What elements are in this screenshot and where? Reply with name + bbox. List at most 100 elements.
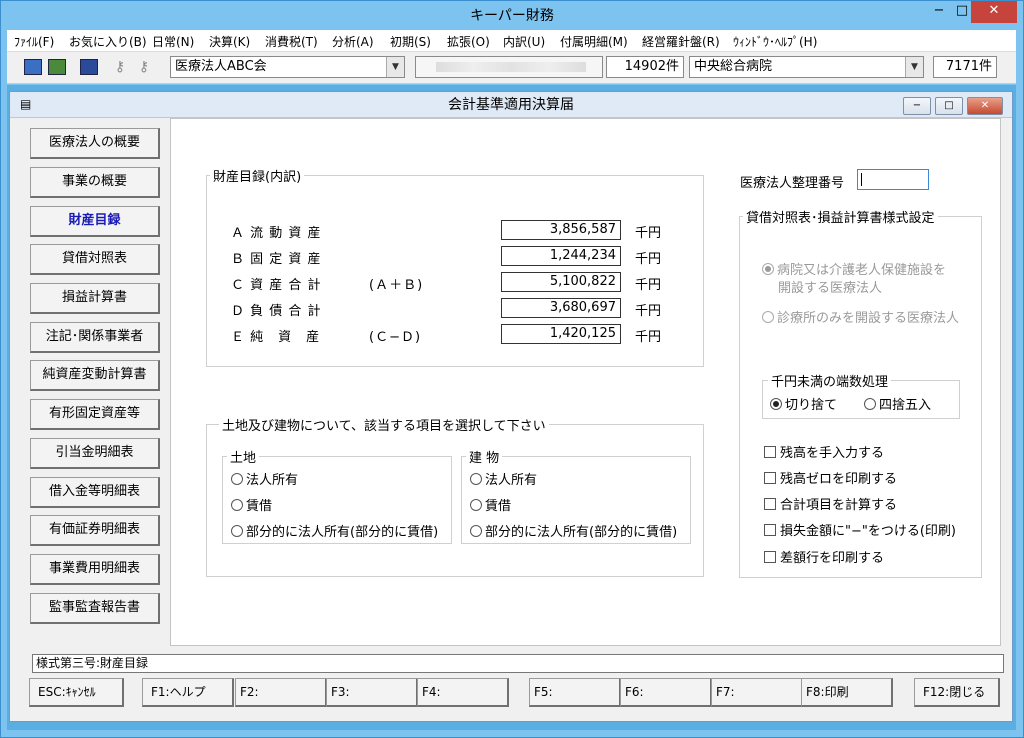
building-option-partial[interactable]: 部分的に法人所有(部分的に賃借)	[470, 521, 677, 540]
radio-icon	[864, 398, 876, 410]
menu-file[interactable]: ﾌｧｲﾙ(F)	[14, 33, 54, 50]
building-option-rent-label: 賃借	[485, 499, 512, 514]
land-subgroup: 土地 法人所有 賃借 部分的に法人所有(部分的に賃借)	[222, 447, 452, 544]
menu-extend[interactable]: 拡張(O)	[447, 33, 490, 50]
check-print-zero[interactable]: 残高ゼロを印刷する	[764, 468, 897, 487]
key-search-icon[interactable]: ⚷	[135, 59, 153, 75]
corp-number-input[interactable]	[857, 169, 929, 190]
sidebar-item-overview[interactable]: 医療法人の概要	[30, 128, 160, 159]
f6-button[interactable]: F6:	[620, 678, 712, 707]
menu-daily[interactable]: 日常(N)	[152, 33, 194, 50]
menu-initial[interactable]: 初期(S)	[390, 33, 431, 50]
menu-compass[interactable]: 経営羅針盤(R)	[642, 33, 720, 50]
sidebar-item-balance-sheet[interactable]: 貸借対照表	[30, 244, 160, 275]
checkbox-icon	[764, 524, 776, 536]
building-option-owned[interactable]: 法人所有	[470, 469, 537, 488]
child-close-button[interactable]: ✕	[967, 97, 1003, 115]
row-label-c: Ｃ 資 産 合 計	[231, 278, 322, 293]
value-c[interactable]: 5,100,822	[501, 272, 621, 292]
f4-button[interactable]: F4:	[417, 678, 509, 707]
sidebar: 医療法人の概要 事業の概要 財産目録 貸借対照表 損益計算書 注記･関係事業者 …	[19, 118, 166, 646]
check-print-diff[interactable]: 差額行を印刷する	[764, 547, 884, 566]
format-option-hospital[interactable]: 病院又は介護老人保健施設を	[762, 259, 946, 278]
land-option-owned[interactable]: 法人所有	[231, 469, 298, 488]
land-building-title: 土地及び建物について、該当する項目を選択して下さい	[219, 415, 549, 434]
screen-icon[interactable]	[80, 59, 98, 75]
record-count-2: 7171件	[933, 56, 997, 78]
f1-help-button[interactable]: F1:ヘルプ	[142, 678, 234, 707]
land-building-group: 土地及び建物について、該当する項目を選択して下さい 土地 法人所有 賃借 部分的…	[206, 415, 704, 577]
building-option-rent[interactable]: 賃借	[470, 495, 511, 514]
menu-favorites[interactable]: お気に入り(B)	[69, 33, 147, 50]
f5-button[interactable]: F5:	[529, 678, 621, 707]
rounding-option-round[interactable]: 四捨五入	[864, 394, 931, 413]
hospital-select[interactable]: 中央総合病院 ▼	[689, 56, 924, 78]
sidebar-item-expenses[interactable]: 事業費用明細表	[30, 554, 160, 585]
hospital-select-value: 中央総合病院	[694, 59, 773, 74]
format-option-clinic[interactable]: 診療所のみを開設する医療法人	[762, 307, 959, 326]
format-option-hospital-label: 病院又は介護老人保健施設を	[777, 263, 947, 278]
masked-id-blur	[436, 62, 586, 72]
f7-button[interactable]: F7:	[711, 678, 803, 707]
sidebar-item-loans[interactable]: 借入金等明細表	[30, 477, 160, 508]
format-option-hospital-label-2: 開設する医療法人	[778, 281, 883, 296]
main-panel: 財産目録(内訳) Ａ 流 動 資 産 Ｂ 固 定 資 産 Ｃ 資 産 合 計 (…	[170, 118, 1001, 646]
unit-e: 千円	[635, 330, 662, 345]
menu-window-help[interactable]: ｳｨﾝﾄﾞｳ･ﾍﾙﾌﾟ(H)	[733, 33, 817, 50]
value-b[interactable]: 1,244,234	[501, 246, 621, 266]
value-a[interactable]: 3,856,587	[501, 220, 621, 240]
close-button[interactable]: ✕	[971, 1, 1017, 23]
child-window-title: 会計基準適用決算届	[10, 92, 1012, 118]
sidebar-item-notes[interactable]: 注記･関係事業者	[30, 322, 160, 353]
unit-a: 千円	[635, 226, 662, 241]
rounding-option-truncate[interactable]: 切り捨て	[770, 394, 837, 413]
refresh-icon[interactable]	[48, 59, 66, 75]
check-minus-sign-label: 損失金額に"−"をつける(印刷)	[780, 524, 956, 539]
f12-close-button[interactable]: F12:閉じる	[914, 678, 1000, 707]
sidebar-item-income[interactable]: 損益計算書	[30, 283, 160, 314]
building-title: 建 物	[466, 447, 503, 466]
checkbox-icon	[764, 551, 776, 563]
sidebar-item-fixed-assets[interactable]: 有形固定資産等	[30, 399, 160, 430]
f3-button[interactable]: F3:	[326, 678, 418, 707]
sidebar-item-inventory[interactable]: 財産目録	[30, 206, 160, 237]
value-e[interactable]: 1,420,125	[501, 324, 621, 344]
menu-tax[interactable]: 消費税(T)	[265, 33, 318, 50]
sidebar-item-reserves[interactable]: 引当金明細表	[30, 438, 160, 469]
sidebar-item-audit[interactable]: 監事監査報告書	[30, 593, 160, 624]
menu-analysis[interactable]: 分析(A)	[332, 33, 374, 50]
sidebar-item-equity[interactable]: 純資産変動計算書	[30, 360, 160, 391]
check-calc-totals[interactable]: 合計項目を計算する	[764, 494, 897, 513]
radio-icon	[470, 525, 482, 537]
check-manual-balance[interactable]: 残高を手入力する	[764, 442, 884, 461]
check-print-zero-label: 残高ゼロを印刷する	[780, 472, 898, 487]
menu-closing[interactable]: 決算(K)	[209, 33, 250, 50]
row-formula-c: (Ａ＋Ｂ)	[369, 278, 424, 293]
company-id-field	[415, 56, 603, 78]
chevron-down-icon[interactable]: ▼	[905, 57, 923, 77]
menu-breakdown[interactable]: 内訳(U)	[503, 33, 545, 50]
land-option-partial[interactable]: 部分的に法人所有(部分的に賃借)	[231, 521, 438, 540]
monitor-icon[interactable]	[24, 59, 42, 75]
unit-d: 千円	[635, 304, 662, 319]
toolbar: ⚷ ⚷ 医療法人ABC会 ▼ 14902件 中央総合病院 ▼ 7171件	[7, 52, 1016, 84]
radio-icon	[762, 311, 774, 323]
company-select[interactable]: 医療法人ABC会 ▼	[170, 56, 405, 78]
key-icon[interactable]: ⚷	[111, 59, 129, 75]
child-minimize-button[interactable]: −	[903, 97, 931, 115]
f8-print-button[interactable]: F8:印刷	[801, 678, 893, 707]
land-option-rent[interactable]: 賃借	[231, 495, 272, 514]
esc-cancel-button[interactable]: ESC:ｷｬﾝｾﾙ	[29, 678, 124, 707]
radio-selected-icon	[770, 398, 782, 410]
f2-button[interactable]: F2:	[235, 678, 327, 707]
check-minus-sign[interactable]: 損失金額に"−"をつける(印刷)	[764, 520, 956, 539]
sidebar-item-securities[interactable]: 有価証券明細表	[30, 515, 160, 546]
radio-icon	[470, 473, 482, 485]
child-maximize-button[interactable]: □	[935, 97, 963, 115]
company-select-value: 医療法人ABC会	[175, 59, 267, 74]
value-d[interactable]: 3,680,697	[501, 298, 621, 318]
menu-details[interactable]: 付属明細(M)	[560, 33, 628, 50]
chevron-down-icon[interactable]: ▼	[386, 57, 404, 77]
menu-bar: ﾌｧｲﾙ(F) お気に入り(B) 日常(N) 決算(K) 消費税(T) 分析(A…	[7, 30, 1016, 52]
sidebar-item-business[interactable]: 事業の概要	[30, 167, 160, 198]
